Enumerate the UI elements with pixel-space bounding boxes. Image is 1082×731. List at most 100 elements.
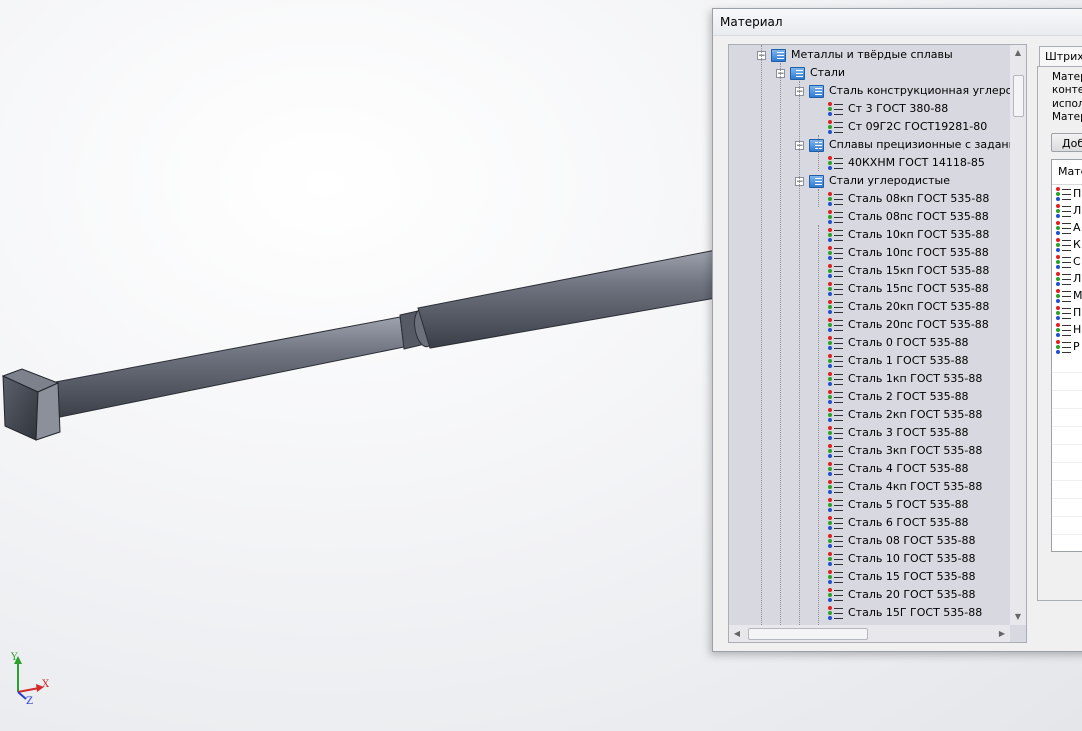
tree-folder[interactable]: − Стали углеродистые: [795, 172, 950, 190]
dialog-title[interactable]: Материал: [713, 9, 1082, 36]
tree-item[interactable]: 40КХНМ ГОСТ 14118-85: [828, 154, 985, 172]
list-item[interactable]: П: [1052, 185, 1082, 202]
tree-item-label: Сталь 2кп ГОСТ 535-88: [848, 408, 983, 421]
list-item[interactable]: Л: [1052, 202, 1082, 219]
rod-thick: [417, 249, 717, 349]
tree-item[interactable]: Ст 3 ГОСТ 380-88: [828, 100, 948, 118]
tree-item[interactable]: Сталь 1 ГОСТ 535-88: [828, 352, 969, 370]
list-item-label: Л: [1073, 204, 1082, 217]
tree-item-label: Сталь 20кп ГОСТ 535-88: [848, 300, 990, 313]
list-item[interactable]: Л: [1052, 270, 1082, 287]
tree-item[interactable]: Сталь 5 ГОСТ 535-88: [828, 496, 969, 514]
tree-item[interactable]: Сталь 15пс ГОСТ 535-88: [828, 280, 989, 298]
tree-item[interactable]: Сталь 4кп ГОСТ 535-88: [828, 478, 982, 496]
list-empty-row: [1052, 463, 1082, 481]
tree-folder[interactable]: − Стали: [776, 64, 845, 82]
tree-item[interactable]: Сталь 15 ГОСТ 535-88: [828, 568, 976, 586]
tree-item[interactable]: Сталь 10 ГОСТ 535-88: [828, 550, 976, 568]
tree-item[interactable]: Сталь 4 ГОСТ 535-88: [828, 460, 969, 478]
material-icon: [828, 552, 843, 566]
list-empty-row: [1052, 427, 1082, 445]
tree-item-label: Сталь 5 ГОСТ 535-88: [848, 498, 969, 511]
scroll-thumb[interactable]: [748, 628, 868, 640]
tree-item[interactable]: Ст 09Г2С ГОСТ19281-80: [828, 118, 987, 136]
description-line: конте: [1052, 84, 1082, 97]
scroll-up-icon[interactable]: ▲: [1010, 45, 1026, 61]
tree-item[interactable]: Сталь 20пс ГОСТ 535-88: [828, 316, 989, 334]
tree-item[interactable]: Сталь 08пс ГОСТ 535-88: [828, 208, 989, 226]
scroll-down-icon[interactable]: ▼: [1010, 609, 1026, 625]
material-icon: [828, 246, 843, 260]
list-item[interactable]: А: [1052, 219, 1082, 236]
material-icon: [828, 534, 843, 548]
tree-item-label: Ст 3 ГОСТ 380-88: [848, 102, 949, 115]
material-description: Матер конте испол Матер: [1052, 71, 1082, 124]
tree-item[interactable]: Сталь 15кп ГОСТ 535-88: [828, 262, 989, 280]
tree-item-label: Сталь 4 ГОСТ 535-88: [848, 462, 969, 475]
tree-item-label: Сталь 15пс ГОСТ 535-88: [848, 282, 989, 295]
material-icon: [828, 570, 843, 584]
list-item[interactable]: П: [1052, 304, 1082, 321]
material-icon: [828, 318, 843, 332]
material-dialog: Материал − Металлы и твёрдые сплавы − Стали…: [712, 8, 1082, 652]
material-icon: [828, 390, 843, 404]
tree-item[interactable]: Сталь 10кп ГОСТ 535-88: [828, 226, 989, 244]
tree-item[interactable]: Сталь 2кп ГОСТ 535-88: [828, 406, 982, 424]
tree-item[interactable]: Сталь 08 ГОСТ 535-88: [828, 532, 976, 550]
material-icon: [1056, 339, 1071, 354]
tree-item-label: Сплавы прецизионные с заданны: [829, 138, 1010, 151]
list-item[interactable]: Р: [1052, 338, 1082, 355]
tree-vertical-scrollbar[interactable]: ▲ ▼: [1010, 45, 1026, 625]
folder-icon: [809, 138, 824, 152]
tree-item[interactable]: Сталь 1кп ГОСТ 535-88: [828, 370, 982, 388]
tree-item[interactable]: Сталь 0 ГОСТ 535-88: [828, 334, 969, 352]
list-item[interactable]: С: [1052, 253, 1082, 270]
tree-item-label: Сталь 20пс ГОСТ 535-88: [848, 318, 989, 331]
tree-content: − Металлы и твёрдые сплавы − Стали − Сталь ко…: [729, 45, 1010, 625]
tree-item-label: Сталь 3кп ГОСТ 535-88: [848, 444, 983, 457]
tree-item[interactable]: Сталь 20 ГОСТ 535-88: [828, 586, 976, 604]
list-item[interactable]: М: [1052, 287, 1082, 304]
list-item-label: Р: [1073, 340, 1080, 353]
list-header[interactable]: Мате: [1052, 160, 1082, 185]
add-button[interactable]: Доб: [1051, 133, 1082, 152]
tree-item-label: Сталь 4кп ГОСТ 535-88: [848, 480, 983, 493]
list-item[interactable]: К: [1052, 236, 1082, 253]
scroll-right-icon[interactable]: ▶: [994, 625, 1010, 642]
tree-folder[interactable]: − Металлы и твёрдые сплавы: [757, 46, 953, 64]
material-tree[interactable]: − Металлы и твёрдые сплавы − Стали − Сталь ко…: [728, 44, 1027, 643]
tree-item[interactable]: Сталь 3 ГОСТ 535-88: [828, 424, 969, 442]
scroll-thumb[interactable]: [1013, 75, 1024, 117]
x-axis-icon: [17, 687, 40, 693]
folder-icon: [790, 66, 805, 80]
list-empty-row: [1052, 517, 1082, 535]
tree-item-label: Сталь конструкционная углероди: [829, 84, 1010, 97]
description-line: Матер: [1052, 71, 1082, 83]
tree-item[interactable]: Сталь 2 ГОСТ 535-88: [828, 388, 969, 406]
tab-hatching[interactable]: Штрихо: [1039, 46, 1082, 67]
tree-item[interactable]: Сталь 10пс ГОСТ 535-88: [828, 244, 989, 262]
favorites-list[interactable]: Мате ПЛАКСЛМПНР: [1051, 159, 1082, 552]
tree-item-label: Сталь 08 ГОСТ 535-88: [848, 534, 976, 547]
tree-item-label: Сталь 6 ГОСТ 535-88: [848, 516, 969, 529]
material-icon: [1056, 186, 1071, 201]
tree-item[interactable]: Сталь 20кп ГОСТ 535-88: [828, 298, 989, 316]
tree-item[interactable]: Сталь 08кп ГОСТ 535-88: [828, 190, 989, 208]
material-icon: [828, 264, 843, 278]
tree-folder[interactable]: − Сплавы прецизионные с заданны: [795, 136, 1010, 154]
list-item-label: С: [1073, 255, 1081, 268]
tree-folder[interactable]: − Сталь конструкционная углероди: [795, 82, 1010, 100]
tree-item[interactable]: Сталь 3кп ГОСТ 535-88: [828, 442, 982, 460]
tree-guide-line: [818, 225, 819, 625]
scroll-left-icon[interactable]: ◀: [729, 625, 745, 642]
list-item[interactable]: Н: [1052, 321, 1082, 338]
tree-item-label: Сталь 10 ГОСТ 535-88: [848, 552, 976, 565]
list-item-label: П: [1073, 187, 1082, 200]
tree-horizontal-scrollbar[interactable]: ◀ ▶: [729, 625, 1010, 642]
tree-item-label: Сталь 1 ГОСТ 535-88: [848, 354, 969, 367]
tree-item[interactable]: Сталь 15Г ГОСТ 535-88: [828, 604, 982, 622]
tree-guide-line: [818, 135, 819, 171]
tree-item[interactable]: Сталь 6 ГОСТ 535-88: [828, 514, 969, 532]
tree-item-label: Ст 09Г2С ГОСТ19281-80: [848, 120, 988, 133]
tree-item-label: Сталь 10кп ГОСТ 535-88: [848, 228, 990, 241]
